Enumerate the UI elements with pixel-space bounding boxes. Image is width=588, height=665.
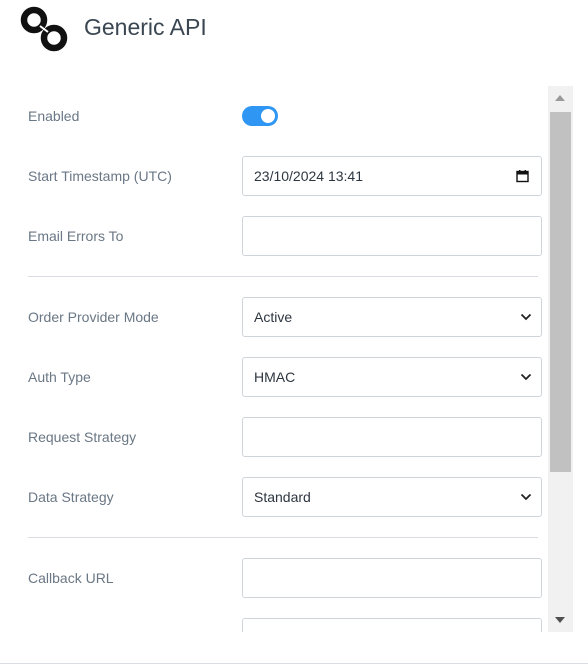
data-strategy-select[interactable]: Standard xyxy=(242,477,542,517)
enabled-row: Enabled xyxy=(28,96,542,136)
page-title: Generic API xyxy=(84,14,207,40)
data-strategy-row: Data Strategy Standard xyxy=(28,477,542,517)
footer-divider xyxy=(0,663,588,664)
next-row-partial xyxy=(28,618,542,632)
chain-link-icon xyxy=(20,6,68,52)
vertical-scrollbar[interactable] xyxy=(548,86,573,632)
scroll-down-arrow-icon[interactable] xyxy=(555,617,565,623)
request-strategy-row: Request Strategy xyxy=(28,417,542,457)
chevron-down-icon xyxy=(520,373,532,381)
chevron-down-icon xyxy=(520,313,532,321)
callback-url-label: Callback URL xyxy=(28,570,114,586)
start-timestamp-label: Start Timestamp (UTC) xyxy=(28,168,172,184)
header: Generic API xyxy=(0,0,588,60)
start-timestamp-value: 23/10/2024 13:41 xyxy=(254,168,363,184)
order-provider-mode-row: Order Provider Mode Active xyxy=(28,297,542,337)
scroll-up-arrow-icon[interactable] xyxy=(555,95,565,101)
auth-type-select[interactable]: HMAC xyxy=(242,357,542,397)
toggle-knob xyxy=(261,109,275,123)
order-provider-mode-label: Order Provider Mode xyxy=(28,309,159,325)
calendar-icon[interactable] xyxy=(516,170,529,183)
section-divider xyxy=(28,537,538,538)
request-strategy-input[interactable] xyxy=(242,417,542,457)
generic-api-panel: Generic API Enabled Start Timestamp (UTC… xyxy=(0,0,588,665)
callback-url-row: Callback URL xyxy=(28,558,542,598)
auth-type-row: Auth Type HMAC xyxy=(28,357,542,397)
auth-type-value: HMAC xyxy=(254,369,296,385)
callback-url-input[interactable] xyxy=(242,558,542,598)
chevron-down-icon xyxy=(520,493,532,501)
email-errors-row: Email Errors To xyxy=(28,216,542,256)
request-strategy-label: Request Strategy xyxy=(28,429,137,445)
data-strategy-label: Data Strategy xyxy=(28,489,114,505)
order-provider-mode-value: Active xyxy=(254,309,293,325)
data-strategy-value: Standard xyxy=(254,489,311,505)
auth-type-label: Auth Type xyxy=(28,369,91,385)
start-timestamp-row: Start Timestamp (UTC) 23/10/2024 13:41 xyxy=(28,156,542,196)
email-errors-label: Email Errors To xyxy=(28,228,124,244)
next-field-input[interactable] xyxy=(242,618,542,632)
order-provider-mode-select[interactable]: Active xyxy=(242,297,542,337)
email-errors-input[interactable] xyxy=(242,216,542,256)
settings-form: Enabled Start Timestamp (UTC) 23/10/2024… xyxy=(0,86,573,632)
scrollbar-thumb[interactable] xyxy=(550,112,571,472)
enabled-toggle[interactable] xyxy=(242,106,278,126)
start-timestamp-input[interactable]: 23/10/2024 13:41 xyxy=(242,156,542,196)
section-divider xyxy=(28,276,538,277)
enabled-label: Enabled xyxy=(28,108,80,124)
